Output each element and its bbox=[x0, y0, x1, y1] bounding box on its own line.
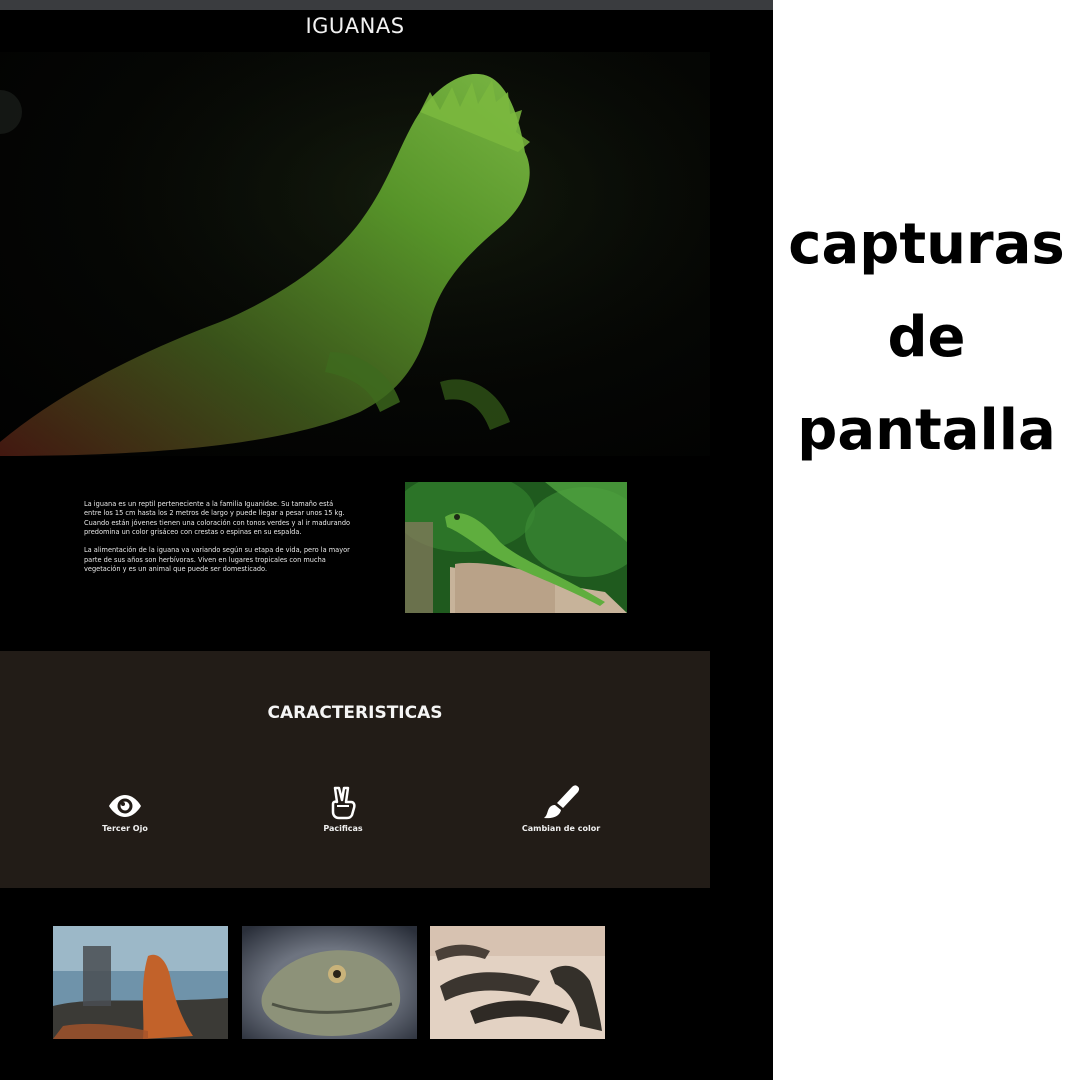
caption-line: capturas bbox=[788, 212, 1065, 277]
feature-tercer-ojo: Tercer Ojo bbox=[55, 782, 195, 833]
website-screenshot: IGUANAS La iguana es un reptil perteneci… bbox=[0, 0, 773, 1080]
page-title: IGUANAS bbox=[305, 14, 405, 38]
caption-line: pantalla bbox=[797, 398, 1056, 463]
paint-brush-icon bbox=[491, 782, 631, 820]
browser-top-bar bbox=[0, 0, 773, 10]
peace-hand-icon bbox=[273, 782, 413, 820]
hero-image bbox=[0, 52, 710, 456]
features-section: CARACTERISTICAS Tercer Ojo Pacificas Cam… bbox=[0, 651, 710, 888]
feature-pacificas: Pacificas bbox=[273, 782, 413, 833]
eye-icon bbox=[55, 782, 195, 820]
feature-label: Pacificas bbox=[323, 824, 363, 833]
caption-line: de bbox=[887, 305, 966, 370]
feature-label: Cambian de color bbox=[521, 824, 601, 833]
intro-paragraph: La iguana es un reptil perteneciente a l… bbox=[84, 500, 351, 537]
features-title: CARACTERISTICAS bbox=[267, 703, 443, 723]
caption-text: capturas de pantalla bbox=[773, 198, 1080, 477]
iguana-on-rock-photo bbox=[53, 926, 228, 1039]
intro-paragraph: La alimentación de la iguana va variando… bbox=[84, 546, 350, 574]
intro-text: La iguana es un reptil perteneciente a l… bbox=[84, 500, 352, 575]
iguana-head-photo bbox=[242, 926, 417, 1039]
marine-iguanas-photo bbox=[430, 926, 605, 1039]
feature-label: Tercer Ojo bbox=[102, 824, 148, 833]
iguana-on-stump-photo bbox=[405, 482, 627, 613]
feature-cambian-de-color: Cambian de color bbox=[491, 782, 631, 833]
